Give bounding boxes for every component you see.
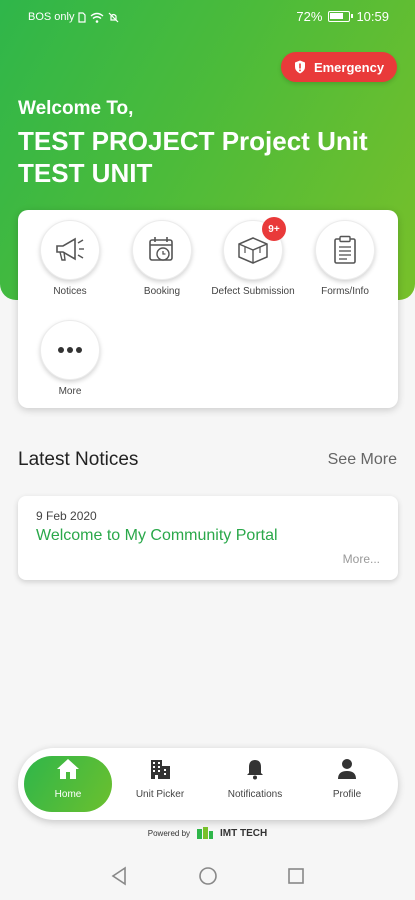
brand-name: IMT TECH: [220, 827, 268, 839]
wifi-icon: [91, 12, 104, 23]
menu-item-forms-info[interactable]: Forms/Info: [300, 220, 390, 298]
imt-logo-icon: [197, 827, 214, 839]
see-more-link[interactable]: See More: [328, 451, 397, 469]
person-icon: [338, 759, 356, 779]
more-dots-icon: [58, 347, 82, 353]
bell-icon: [247, 760, 263, 780]
nav-notifications[interactable]: Notifications: [210, 758, 300, 800]
menu-label-more: More: [58, 386, 82, 397]
clipboard-icon: [334, 235, 356, 264]
latest-notices-heading: Latest Notices: [18, 449, 139, 470]
menu-item-booking[interactable]: Booking: [117, 220, 207, 298]
nav-home[interactable]: Home: [23, 758, 113, 800]
nav-label-home: Home: [54, 789, 82, 800]
megaphone-icon: [56, 237, 84, 261]
sim-icon: [78, 11, 87, 23]
back-icon[interactable]: [110, 866, 128, 886]
battery-percent: 72%: [296, 9, 323, 24]
building-icon: [151, 760, 170, 779]
battery-icon: [328, 11, 354, 22]
menu-item-defect-submission[interactable]: 9+ Defect Submission: [208, 217, 298, 298]
menu-item-more[interactable]: More: [25, 320, 115, 398]
nav-unit-picker[interactable]: Unit Picker: [115, 758, 205, 800]
powered-by-label: Powered by: [147, 828, 191, 838]
status-bar: BOS only 72% 10:59: [0, 0, 415, 34]
bottom-navigation: Home Unit Picker Notifications Profile: [18, 748, 398, 820]
clock-time: 10:59: [356, 9, 389, 24]
menu-label-defect-submission: Defect Submission: [211, 286, 295, 297]
nav-label-profile: Profile: [332, 789, 362, 800]
nav-label-notifications: Notifications: [227, 789, 283, 800]
notice-more-link[interactable]: More...: [343, 552, 380, 566]
powered-by-footer: Powered by IMT TECH: [0, 826, 415, 840]
emergency-button[interactable]: Emergency: [281, 52, 397, 82]
notice-date: 9 Feb 2020: [36, 509, 97, 523]
carrier-label: BOS only: [28, 11, 75, 23]
nav-label-unit-picker: Unit Picker: [135, 789, 185, 800]
menu-label-forms-info: Forms/Info: [321, 286, 369, 297]
menu-label-booking: Booking: [143, 286, 181, 297]
nav-profile[interactable]: Profile: [302, 758, 392, 800]
project-title: TEST PROJECT Project Unit TEST UNIT: [18, 126, 368, 188]
quick-menu-card: Notices Booking 9+ Defect Submission For…: [18, 210, 398, 408]
system-navigation-bar: [0, 852, 415, 900]
calendar-clock-icon: [149, 237, 173, 261]
welcome-text: Welcome To,: [18, 98, 134, 119]
recents-square-icon[interactable]: [287, 866, 305, 886]
menu-label-notices: Notices: [53, 286, 87, 297]
home-circle-icon[interactable]: [198, 866, 218, 886]
home-icon: [57, 759, 79, 779]
notice-title: Welcome to My Community Portal: [36, 527, 278, 544]
notice-card[interactable]: 9 Feb 2020 Welcome to My Community Porta…: [18, 496, 398, 580]
box-icon: [238, 237, 268, 264]
menu-item-notices[interactable]: Notices: [25, 220, 115, 298]
emergency-label: Emergency: [313, 59, 385, 75]
mute-icon: [109, 12, 119, 22]
defect-badge: 9+: [262, 217, 286, 241]
shield-icon: [294, 60, 305, 74]
